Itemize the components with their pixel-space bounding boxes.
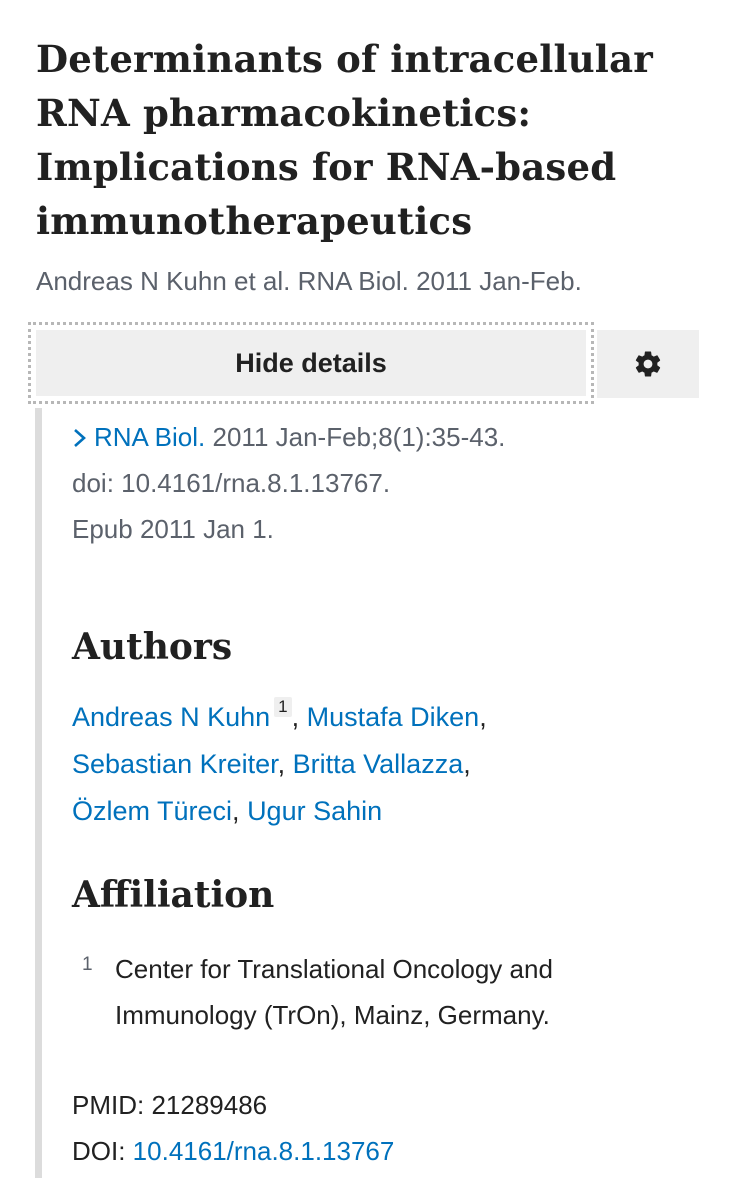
affiliation-number: 1 — [82, 954, 93, 975]
epub-line: Epub 2011 Jan 1. — [72, 514, 274, 544]
hide-details-button[interactable]: Hide details — [36, 330, 586, 396]
pmid-label: PMID: — [72, 1090, 152, 1120]
author-link[interactable]: Mustafa Diken — [307, 702, 480, 732]
display-options-button[interactable] — [597, 330, 699, 398]
identifiers: PMID: 21289486 DOI: 10.4161/rna.8.1.1376… — [72, 1082, 394, 1174]
gear-icon — [635, 351, 661, 377]
author-link[interactable]: Özlem Türeci — [72, 796, 232, 826]
title-line: RNA pharmacokinetics: — [36, 91, 532, 135]
authors-heading: Authors — [72, 626, 233, 668]
author-list: Andreas N Kuhn 1, Mustafa Diken, Sebastia… — [72, 697, 487, 826]
doi-row: DOI: 10.4161/rna.8.1.13767 — [72, 1128, 394, 1174]
title-line: Implications for RNA-based — [36, 145, 617, 189]
doi-label: DOI: — [72, 1136, 133, 1166]
affiliation-ref-badge[interactable]: 1 — [274, 697, 292, 717]
affiliation-heading: Affiliation — [72, 874, 275, 916]
author-link[interactable]: Sebastian Kreiter — [72, 749, 278, 779]
affiliation-line: Center for Translational Oncology and — [115, 954, 553, 984]
journal-link[interactable]: RNA Biol. — [94, 422, 205, 452]
author-link[interactable]: Britta Vallazza — [293, 749, 464, 779]
doi-link[interactable]: 10.4161/rna.8.1.13767 — [133, 1136, 395, 1166]
title-line: Determinants of intracellular — [36, 37, 653, 81]
chevron-right-icon — [72, 414, 88, 460]
title-line: immunotherapeutics — [36, 199, 473, 243]
doi-line: doi: 10.4161/rna.8.1.13767. — [72, 468, 391, 498]
citation-volume: 2011 Jan-Feb;8(1):35-43. — [205, 422, 506, 452]
details-left-rule — [35, 408, 42, 1178]
author-link[interactable]: Andreas N Kuhn — [72, 702, 270, 732]
author-link[interactable]: Ugur Sahin — [247, 796, 382, 826]
publication-details: RNA Biol. 2011 Jan-Feb;8(1):35-43. doi: … — [72, 414, 505, 552]
pmid-row: PMID: 21289486 — [72, 1082, 394, 1128]
journal-citation-row: RNA Biol. 2011 Jan-Feb;8(1):35-43. — [72, 414, 505, 460]
pmid-value: 21289486 — [151, 1090, 268, 1120]
article-title: Determinants of intracellular RNA pharma… — [36, 32, 716, 248]
short-citation: Andreas N Kuhn et al. RNA Biol. 2011 Jan… — [36, 266, 582, 296]
affiliation-line: Immunology (TrOn), Mainz, Germany. — [115, 1000, 550, 1030]
